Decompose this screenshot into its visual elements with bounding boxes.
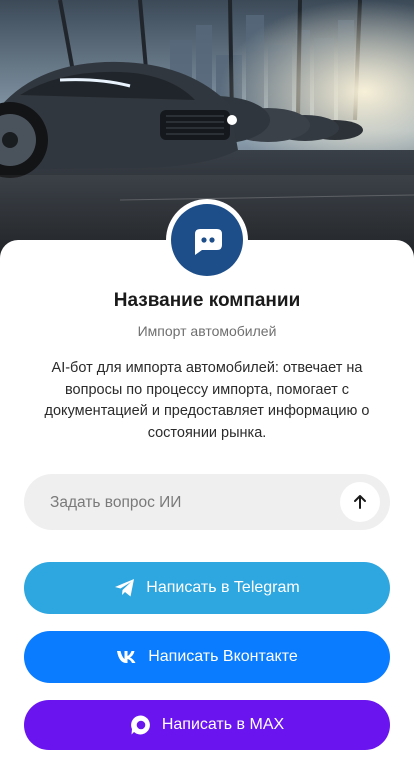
telegram-button[interactable]: Написать в Telegram xyxy=(24,562,390,614)
telegram-icon xyxy=(114,578,136,598)
telegram-button-label: Написать в Telegram xyxy=(146,579,300,596)
chat-bot-icon xyxy=(195,229,222,255)
vk-icon xyxy=(116,650,138,664)
vk-button[interactable]: Написать Вконтакте xyxy=(24,631,390,683)
vk-button-label: Написать Вконтакте xyxy=(148,648,298,665)
company-subtitle: Импорт автомобилей xyxy=(137,323,277,339)
max-icon xyxy=(130,714,152,736)
ask-ai-field[interactable] xyxy=(24,474,390,532)
arrow-up-icon xyxy=(354,495,366,509)
avatar-circle xyxy=(171,204,243,276)
ask-ai-input[interactable] xyxy=(48,474,352,532)
company-name: Название компании xyxy=(113,290,301,311)
send-button[interactable] xyxy=(340,482,380,522)
company-description: AI-бот для импорта автомобилей: отвечает… xyxy=(44,360,370,441)
company-avatar xyxy=(166,199,248,281)
max-button[interactable]: Написать в MAX xyxy=(24,700,390,750)
max-button-label: Написать в MAX xyxy=(161,716,285,733)
